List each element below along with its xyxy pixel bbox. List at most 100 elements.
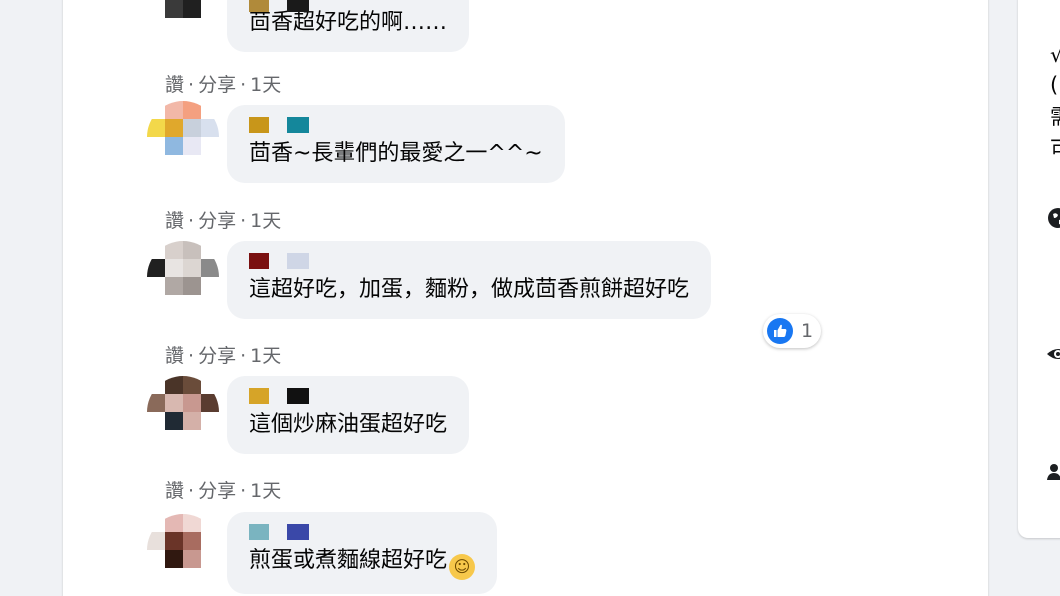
avatar-pixel	[183, 376, 201, 394]
comment-text: 煎蛋或煮麵線超好吃 ☺	[249, 546, 476, 580]
smiling-face-emoji-icon: ☺	[449, 554, 476, 580]
share-link[interactable]: 分享	[198, 480, 236, 502]
avatar[interactable]	[147, 101, 219, 173]
comment-bubble: 這個炒麻油蛋超好吃	[227, 376, 470, 454]
commenter-name[interactable]	[249, 117, 359, 133]
like-link[interactable]: 讚	[165, 345, 184, 367]
avatar-pixel	[201, 241, 219, 259]
avatar-pixel	[147, 532, 165, 550]
avatar-pixel	[201, 550, 219, 568]
avatar-pixel	[147, 0, 165, 18]
avatar-pixel	[183, 412, 201, 430]
name-blur-block	[287, 0, 309, 12]
comment-actions: 讚 · 分享 · 1天	[165, 206, 281, 233]
comment-text: 茴香~長輩們的最愛之一^^~	[249, 141, 543, 166]
side-text-line: 需	[1050, 102, 1060, 132]
comment-text: 茴香超好吃的啊……	[249, 10, 448, 35]
avatar-pixel	[165, 514, 183, 532]
avatar-pixel	[201, 394, 219, 412]
avatar-pixel	[183, 394, 201, 412]
separator: ·	[188, 74, 195, 96]
name-blur-block	[249, 0, 269, 12]
side-text-line: √	[1050, 43, 1060, 67]
avatar-pixel	[183, 119, 201, 137]
avatar-pixel	[183, 155, 201, 173]
avatar-pixel	[165, 568, 183, 586]
avatar-pixel	[201, 18, 219, 36]
avatar-pixel	[183, 532, 201, 550]
avatar-pixel	[147, 568, 165, 586]
avatar-pixel	[165, 550, 183, 568]
comment-bubble: 煎蛋或煮麵線超好吃 ☺	[227, 512, 498, 594]
avatar-pixel	[201, 514, 219, 532]
avatar[interactable]	[147, 241, 219, 313]
name-blur-block	[287, 117, 309, 133]
timestamp[interactable]: 1天	[250, 345, 281, 367]
avatar-pixel	[147, 119, 165, 137]
avatar-pixel	[201, 119, 219, 137]
avatar-pixel	[183, 550, 201, 568]
commenter-name[interactable]	[249, 0, 359, 12]
members-icon	[1047, 464, 1060, 480]
comment-text: 這超好吃，加蛋，麵粉，做成茴香煎餅超好吃	[249, 277, 690, 302]
share-link[interactable]: 分享	[198, 74, 236, 96]
separator: ·	[240, 480, 247, 502]
separator: ·	[188, 480, 195, 502]
commenter-name[interactable]	[249, 524, 359, 540]
like-link[interactable]: 讚	[165, 480, 184, 502]
avatar-pixel	[183, 241, 201, 259]
avatar-pixel	[201, 137, 219, 155]
separator: ·	[188, 345, 195, 367]
avatar-pixel	[147, 394, 165, 412]
avatar-pixel	[147, 412, 165, 430]
separator: ·	[188, 210, 195, 232]
timestamp[interactable]: 1天	[250, 480, 281, 502]
avatar[interactable]	[147, 0, 219, 36]
avatar-pixel	[165, 119, 183, 137]
right-info-panel: √ ( 需 可	[1018, 0, 1060, 538]
comment-actions: 讚 · 分享 · 1天	[165, 70, 281, 97]
share-link[interactable]: 分享	[198, 345, 236, 367]
globe-icon	[1048, 208, 1060, 228]
share-link[interactable]: 分享	[198, 210, 236, 232]
avatar-pixel	[183, 137, 201, 155]
comment-bubble: 茴香超好吃的啊……	[227, 0, 470, 52]
avatar-pixel	[165, 412, 183, 430]
avatar-pixel	[165, 430, 183, 448]
avatar-pixel	[183, 0, 201, 18]
avatar-pixel	[183, 430, 201, 448]
commenter-name[interactable]	[249, 253, 359, 269]
avatar-pixel	[183, 514, 201, 532]
side-text-line: 可	[1050, 134, 1060, 164]
avatar-pixel	[183, 568, 201, 586]
facebook-page: 茴香超好吃的啊…… 讚 · 分享 · 1天 茴香~長輩們的最愛之一^^~ 讚 · 分享 · 1天…	[0, 0, 1060, 596]
avatar-pixel	[201, 295, 219, 313]
like-link[interactable]: 讚	[165, 210, 184, 232]
avatar-pixel	[201, 277, 219, 295]
name-blur-block	[249, 117, 269, 133]
commenter-name[interactable]	[249, 388, 359, 404]
name-blur-block	[249, 253, 269, 269]
avatar-pixel	[201, 376, 219, 394]
side-text-line: (	[1050, 73, 1059, 97]
like-link[interactable]: 讚	[165, 74, 184, 96]
avatar-pixel	[201, 155, 219, 173]
timestamp[interactable]: 1天	[250, 210, 281, 232]
avatar-pixel	[147, 376, 165, 394]
avatar[interactable]	[147, 376, 219, 448]
avatar-pixel	[201, 259, 219, 277]
timestamp[interactable]: 1天	[250, 74, 281, 96]
avatar[interactable]	[147, 514, 219, 586]
avatar-pixel	[165, 277, 183, 295]
comment-actions: 讚 · 分享 · 1天	[165, 341, 281, 368]
avatar-pixel	[147, 259, 165, 277]
avatar-pixel	[165, 532, 183, 550]
reaction-summary[interactable]: 1	[763, 314, 822, 348]
avatar-pixel	[201, 0, 219, 18]
avatar-pixel	[201, 568, 219, 586]
avatar-pixel	[183, 259, 201, 277]
avatar-pixel	[165, 137, 183, 155]
avatar-pixel	[165, 0, 183, 18]
separator: ·	[240, 210, 247, 232]
comment-actions: 讚 · 分享 · 1天	[165, 476, 281, 503]
